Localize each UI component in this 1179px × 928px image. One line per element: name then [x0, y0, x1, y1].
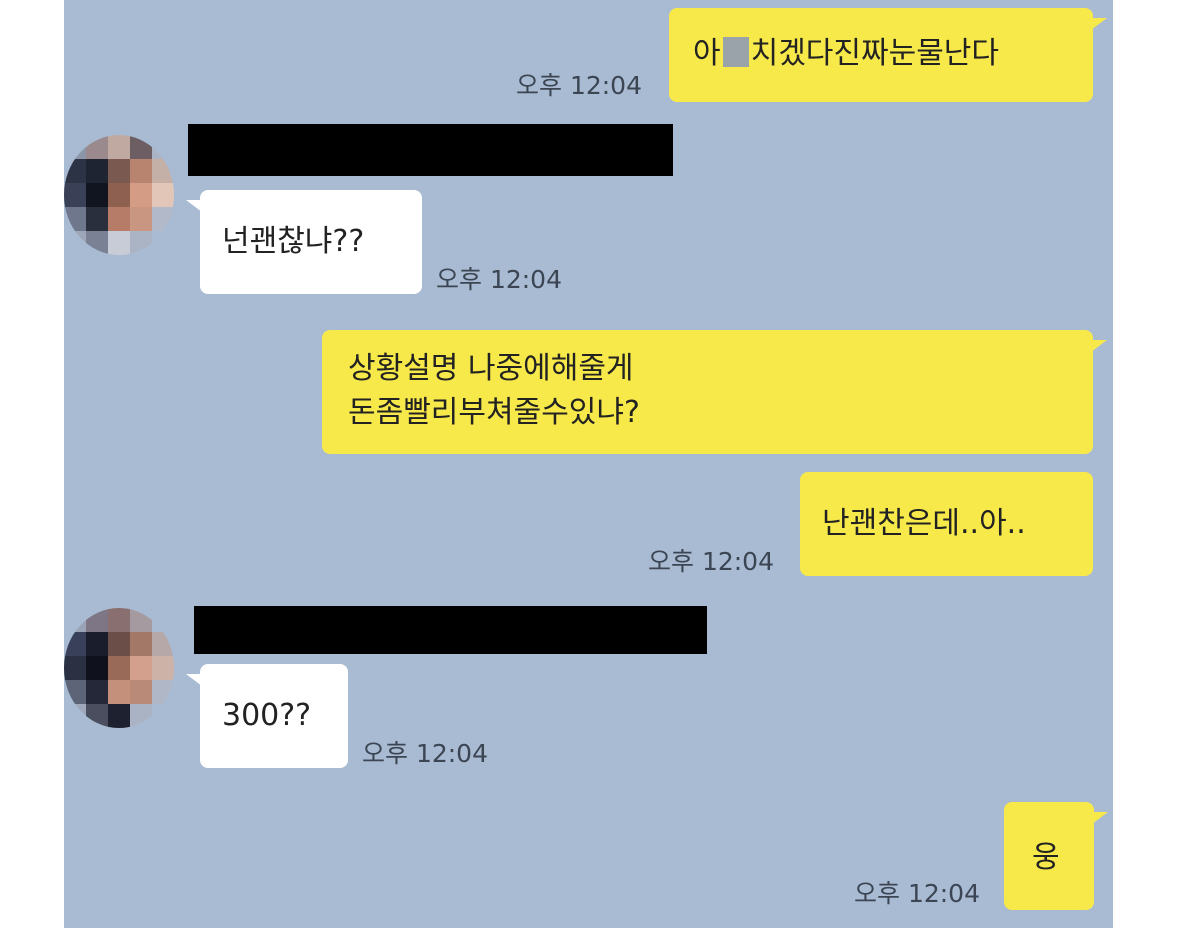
contact-avatar[interactable]	[64, 608, 174, 728]
redacted-sender-name	[188, 124, 673, 176]
message-text-line: 상황설명 나중에해줄게	[348, 351, 634, 386]
message-text: 웅	[1032, 840, 1060, 875]
their-message-bubble[interactable]: 300??	[186, 664, 348, 768]
message-text-line: 돈좀빨리부쳐줄수있냐?	[348, 395, 640, 430]
redacted-sender-name	[194, 606, 707, 654]
message-timestamp: 오후 12:04	[854, 879, 980, 908]
message-text: 치겠다진짜눈물난다	[750, 36, 1000, 71]
contact-avatar[interactable]	[64, 135, 174, 255]
message-timestamp: 오후 12:04	[648, 547, 774, 576]
my-message-bubble[interactable]: 난괜찬은데..아..	[800, 472, 1093, 576]
message-text: 넌괜찮냐??	[222, 224, 365, 259]
their-message-bubble[interactable]: 넌괜찮냐??	[186, 190, 422, 294]
censored-word-block	[722, 37, 749, 67]
message-timestamp: 오후 12:04	[516, 71, 642, 100]
my-message-bubble[interactable]: 아 치겠다진짜눈물난다	[669, 8, 1107, 102]
my-message-bubble[interactable]: 웅	[1004, 802, 1108, 910]
message-text: 난괜찬은데..아..	[822, 506, 1026, 541]
chat-area[interactable]: 아 치겠다진짜눈물난다 오후 12:04 넌괜찮냐?? 오후 12:04 상황설…	[64, 0, 1113, 928]
my-message-bubble[interactable]: 상황설명 나중에해줄게 돈좀빨리부쳐줄수있냐?	[322, 330, 1107, 454]
message-timestamp: 오후 12:04	[362, 739, 488, 768]
message-timestamp: 오후 12:04	[436, 265, 562, 294]
message-text: 아	[693, 36, 721, 71]
message-text: 300??	[222, 698, 312, 733]
